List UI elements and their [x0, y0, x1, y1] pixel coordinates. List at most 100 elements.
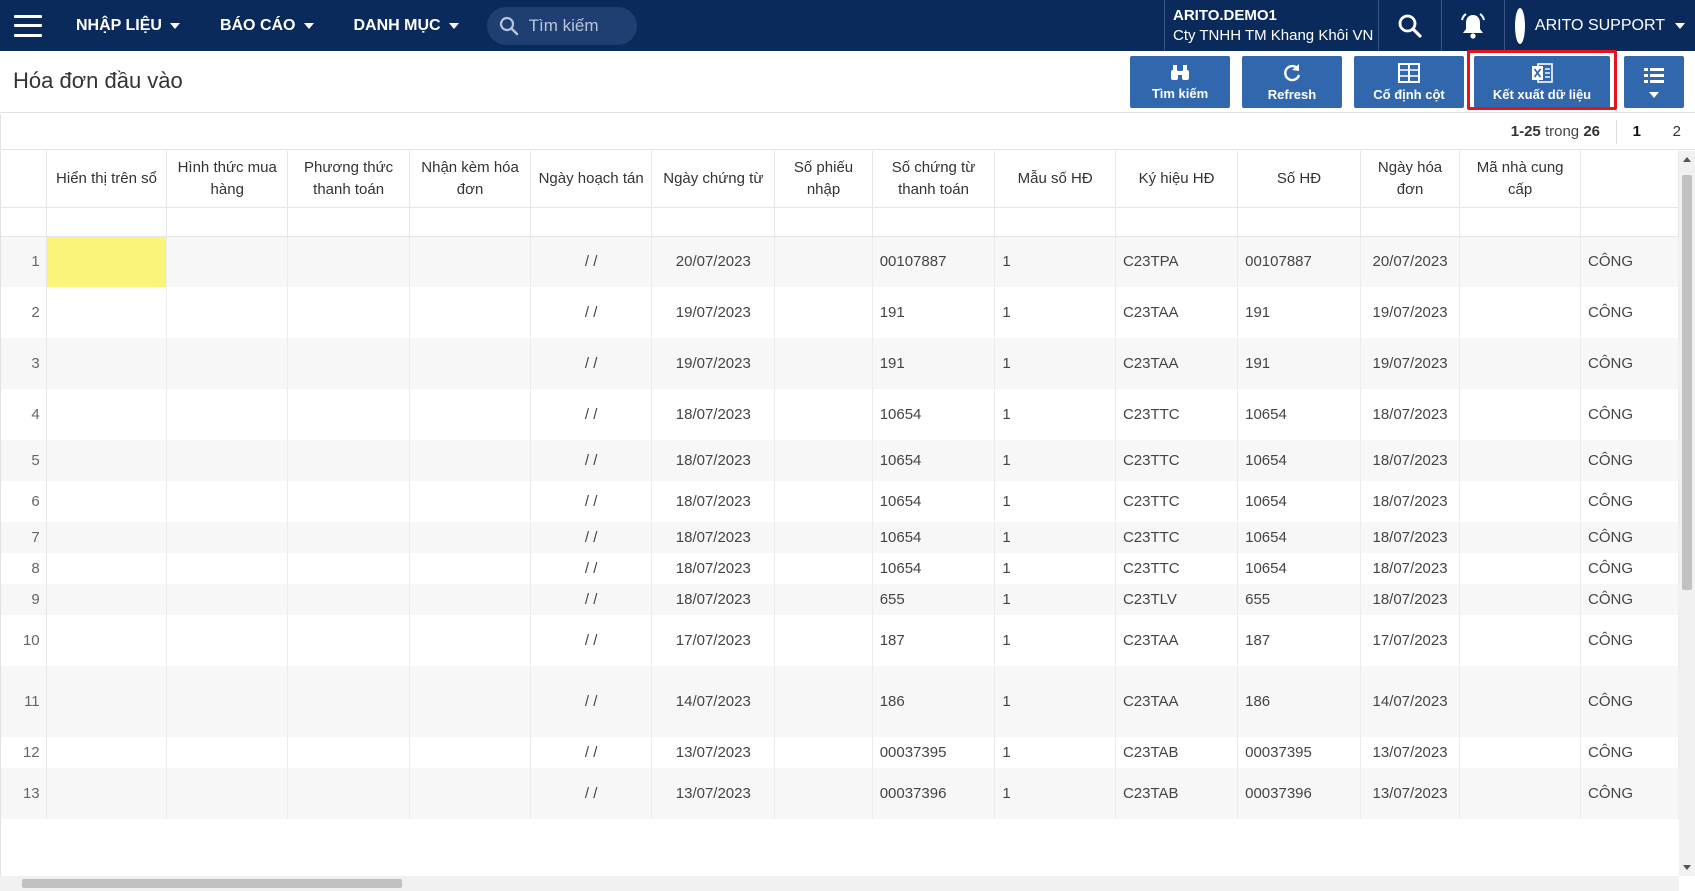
table-cell[interactable] — [166, 666, 289, 737]
table-cell[interactable] — [46, 615, 168, 666]
table-cell[interactable]: 186 — [872, 666, 996, 737]
table-cell[interactable] — [287, 584, 411, 615]
table-cell[interactable]: 18/07/2023 — [651, 389, 776, 440]
global-search-input[interactable]: Tìm kiếm — [486, 6, 637, 45]
table-cell[interactable]: 191 — [1237, 338, 1361, 389]
table-cell[interactable]: 1 — [994, 389, 1116, 440]
table-cell[interactable] — [409, 440, 532, 481]
nav-search-button[interactable] — [1379, 0, 1442, 51]
table-cell[interactable]: C23TTC — [1115, 522, 1239, 553]
table-cell[interactable]: 1 — [994, 287, 1116, 338]
table-cell[interactable] — [409, 287, 532, 338]
table-cell[interactable]: 00107887 — [872, 236, 996, 287]
menu-danh-muc[interactable]: DANH MỤC — [334, 0, 479, 51]
table-cell[interactable] — [774, 666, 873, 737]
table-cell[interactable]: 20/07/2023 — [1360, 236, 1461, 287]
table-row[interactable]: 7/ /18/07/2023 10654 1 C23TTC 10654 18/07/202… — [1, 522, 1679, 553]
table-cell[interactable]: 19/07/2023 — [1360, 338, 1461, 389]
table-cell[interactable]: 10654 — [1237, 522, 1361, 553]
table-cell[interactable] — [287, 666, 411, 737]
table-cell[interactable]: 10654 — [1237, 440, 1361, 481]
column-header[interactable]: Nhận kèm hóa đơn — [409, 151, 532, 208]
table-cell[interactable]: 1 — [994, 615, 1116, 666]
column-filter-input[interactable] — [166, 207, 289, 237]
table-cell[interactable]: 00107887 — [1237, 236, 1361, 287]
table-cell[interactable]: / / — [530, 584, 653, 615]
company-selector[interactable]: ARITO.DEMO1 Cty TNHH TM Khang Khôi VN — [1164, 0, 1379, 51]
vertical-scroll-thumb[interactable] — [1682, 175, 1692, 590]
table-cell[interactable] — [166, 389, 289, 440]
table-cell[interactable]: 18/07/2023 — [651, 481, 776, 522]
table-cell[interactable] — [46, 768, 168, 819]
table-cell[interactable]: / / — [530, 666, 653, 737]
table-cell[interactable] — [46, 481, 168, 522]
table-cell[interactable] — [774, 584, 873, 615]
column-options-button[interactable] — [1624, 56, 1684, 108]
table-cell[interactable] — [287, 553, 411, 584]
table-cell[interactable] — [409, 666, 532, 737]
column-filter-input[interactable] — [774, 207, 873, 237]
table-cell[interactable] — [1459, 553, 1582, 584]
table-cell[interactable] — [774, 737, 873, 768]
table-cell[interactable] — [774, 768, 873, 819]
column-header[interactable]: Ngày hóa đơn — [1360, 151, 1461, 208]
table-cell[interactable]: / / — [530, 522, 653, 553]
table-cell[interactable]: 1 — [994, 768, 1116, 819]
table-cell[interactable] — [287, 737, 411, 768]
table-cell[interactable]: 00037396 — [1237, 768, 1361, 819]
table-cell[interactable] — [287, 287, 411, 338]
table-cell[interactable] — [166, 522, 289, 553]
table-cell[interactable]: C23TAB — [1115, 768, 1239, 819]
table-cell[interactable]: 1 — [994, 666, 1116, 737]
table-cell[interactable]: C23TAA — [1115, 615, 1239, 666]
menu-nhap-lieu[interactable]: NHẬP LIỆU — [56, 0, 200, 51]
table-row[interactable]: 11/ /14/07/2023 186 1 C23TAA 186 14/07/2023 CÔ… — [1, 666, 1679, 737]
column-filter-input[interactable] — [651, 207, 776, 237]
scroll-up-arrow-icon[interactable] — [1683, 157, 1691, 162]
table-cell[interactable]: 18/07/2023 — [1360, 481, 1461, 522]
table-cell[interactable]: C23TPA — [1115, 236, 1239, 287]
table-cell[interactable]: 00037396 — [872, 768, 996, 819]
table-cell[interactable]: 13/07/2023 — [1360, 737, 1461, 768]
table-cell[interactable]: 18/07/2023 — [651, 440, 776, 481]
table-cell[interactable] — [1459, 440, 1582, 481]
table-cell[interactable]: 19/07/2023 — [651, 287, 776, 338]
table-cell[interactable]: 18/07/2023 — [1360, 389, 1461, 440]
table-cell[interactable]: 655 — [872, 584, 996, 615]
table-cell[interactable]: CÔNG — [1580, 522, 1679, 553]
table-cell[interactable] — [166, 236, 289, 287]
table-row[interactable]: 2/ /19/07/2023 191 1 C23TAA 191 19/07/2023 CÔN… — [1, 287, 1679, 338]
table-cell[interactable] — [46, 666, 168, 737]
table-row[interactable]: 5/ /18/07/2023 10654 1 C23TTC 10654 18/07/202… — [1, 440, 1679, 481]
column-header[interactable]: Ngày hoạch tán — [530, 151, 653, 208]
table-cell[interactable]: 10654 — [872, 389, 996, 440]
table-cell[interactable]: 10654 — [1237, 553, 1361, 584]
table-cell[interactable] — [46, 553, 168, 584]
table-cell[interactable] — [1459, 236, 1582, 287]
column-header[interactable]: Mã nhà cung cấp — [1459, 151, 1582, 208]
table-row[interactable]: 6/ /18/07/2023 10654 1 C23TTC 10654 18/07/202… — [1, 481, 1679, 522]
column-header[interactable]: Ký hiệu HĐ — [1115, 151, 1239, 208]
table-cell[interactable] — [46, 584, 168, 615]
horizontal-scroll-thumb[interactable] — [22, 879, 402, 888]
table-cell[interactable]: 1 — [994, 481, 1116, 522]
table-cell[interactable]: CÔNG — [1580, 440, 1679, 481]
table-cell[interactable] — [774, 481, 873, 522]
table-cell[interactable]: 1 — [994, 553, 1116, 584]
table-cell[interactable] — [1459, 584, 1582, 615]
hamburger-menu-button[interactable] — [0, 0, 56, 51]
table-cell[interactable] — [287, 768, 411, 819]
table-cell[interactable]: 10654 — [1237, 389, 1361, 440]
table-cell[interactable] — [409, 236, 532, 287]
table-cell[interactable] — [287, 236, 411, 287]
table-cell[interactable]: 1 — [994, 440, 1116, 481]
table-cell[interactable]: / / — [530, 338, 653, 389]
table-cell[interactable]: 19/07/2023 — [651, 338, 776, 389]
table-cell[interactable]: 19/07/2023 — [1360, 287, 1461, 338]
table-cell[interactable]: 187 — [1237, 615, 1361, 666]
table-cell[interactable] — [166, 615, 289, 666]
menu-bao-cao[interactable]: BÁO CÁO — [200, 0, 334, 51]
table-cell[interactable] — [1459, 522, 1582, 553]
table-cell[interactable]: 13/07/2023 — [1360, 768, 1461, 819]
table-cell[interactable]: / / — [530, 768, 653, 819]
